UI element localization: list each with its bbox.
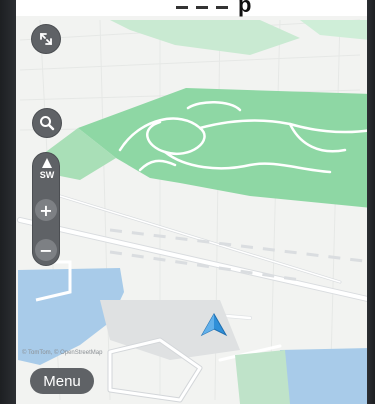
expand-arrows-icon [40, 33, 52, 45]
screen-bezel-left [0, 0, 16, 404]
status-dash [196, 6, 208, 9]
water-area-right [280, 348, 370, 404]
top-title-fragment: p [238, 0, 253, 17]
current-position-arrow-icon [200, 313, 228, 337]
magnifier-icon [40, 116, 55, 131]
compass-heading: SW [39, 170, 55, 180]
zoom-control: SW + − [32, 152, 60, 266]
status-dash [216, 6, 228, 9]
screen-bezel-right [367, 0, 375, 404]
search-button[interactable] [32, 108, 62, 138]
top-bar: p [0, 0, 375, 17]
zoom-in-button[interactable]: + [35, 199, 57, 221]
map-attribution: © TomTom, © OpenStreetMap [22, 350, 103, 356]
menu-button[interactable]: Menu [30, 368, 94, 394]
navigation-screen: p SW + − © TomTom, © OpenStreetMap Menu [0, 0, 375, 404]
zoom-out-button[interactable]: − [35, 239, 57, 261]
fullscreen-button[interactable] [31, 24, 61, 54]
compass-button[interactable]: SW [33, 157, 61, 193]
status-dash [176, 6, 188, 9]
north-arrow-icon [42, 158, 52, 168]
park-area-bottom [235, 350, 290, 404]
